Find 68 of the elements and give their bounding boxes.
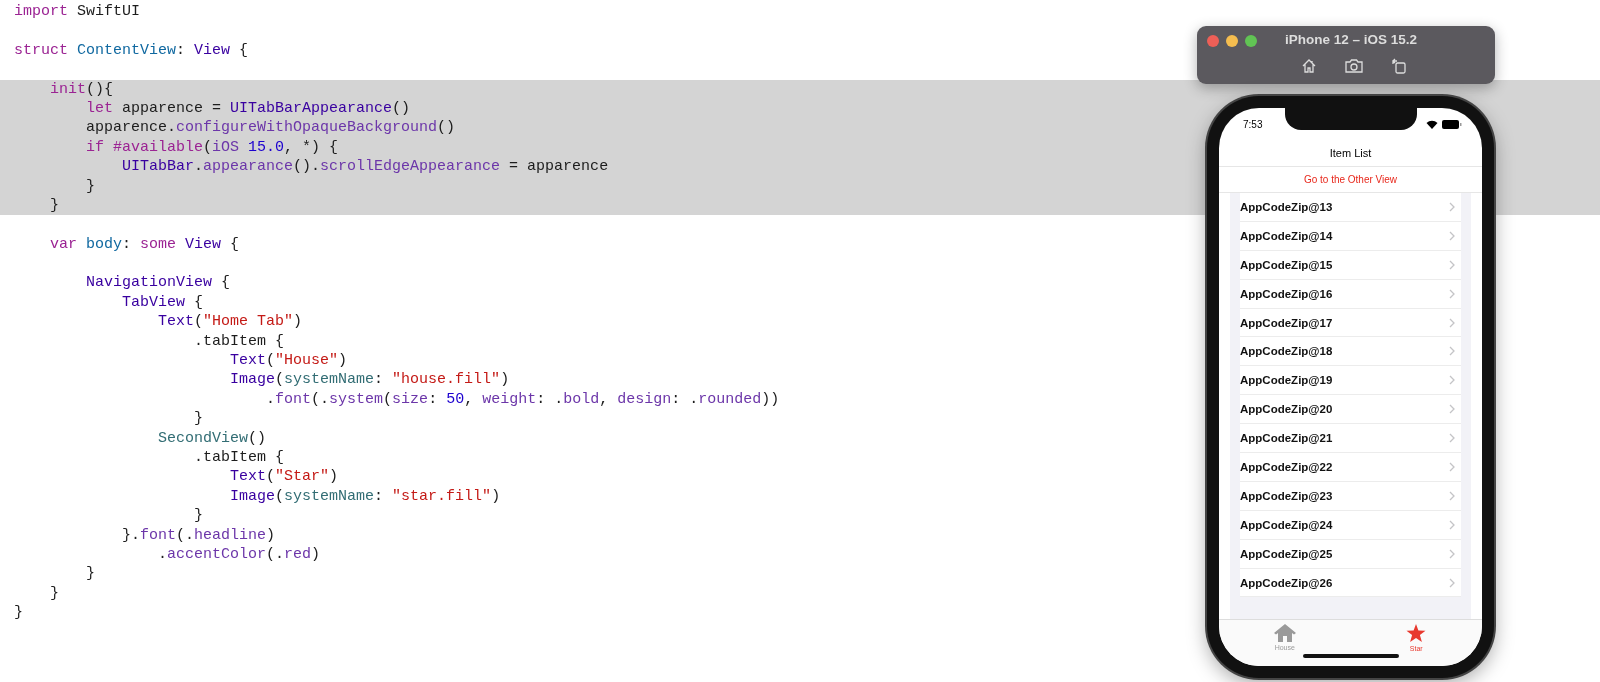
code-line: } — [14, 603, 23, 623]
chevron-icon — [1449, 548, 1455, 559]
house-icon — [1273, 624, 1296, 642]
chevron-icon — [1449, 317, 1455, 328]
chevron-icon — [1449, 577, 1455, 588]
navigation-title: Item List — [1219, 140, 1482, 167]
chevron-icon — [1449, 288, 1455, 299]
code-line: apparence.configureWithOpaqueBackground() — [85, 118, 456, 138]
chevron-icon — [1449, 461, 1455, 472]
code-line: } — [85, 176, 95, 196]
wifi-icon — [1426, 119, 1438, 129]
code-line: struct ContentView: View { — [14, 40, 249, 61]
chevron-icon — [1449, 230, 1455, 241]
list-row[interactable]: AppCodeZip@13 — [1240, 193, 1461, 222]
home-icon[interactable] — [1301, 58, 1317, 74]
chevron-icon — [1449, 346, 1455, 357]
list-row[interactable]: AppCodeZip@21 — [1240, 424, 1461, 453]
minimize-icon[interactable] — [1226, 35, 1238, 47]
list-row[interactable]: AppCodeZip@17 — [1240, 308, 1461, 338]
code-line: if #available(iOS 15.0, *) { — [85, 137, 339, 158]
chevron-icon — [1449, 490, 1455, 501]
code-line: .tabItem { — [193, 448, 285, 468]
status-time: 7:53 — [1243, 118, 1263, 130]
chevron-icon — [1449, 259, 1455, 270]
chevron-icon — [1449, 404, 1455, 415]
code-line: }.font(.headline) — [121, 525, 276, 545]
code-line: Image(systemName: "star.fill") — [229, 486, 501, 507]
code-line: Text("Star") — [229, 467, 339, 487]
list-row[interactable]: AppCodeZip@25 — [1240, 539, 1461, 569]
camera-icon[interactable] — [1345, 58, 1363, 74]
battery-icon — [1442, 119, 1462, 129]
code-line: NavigationView { — [85, 273, 231, 293]
code-line: SecondView() — [157, 428, 267, 448]
star-icon — [1406, 624, 1427, 643]
code-line: } — [193, 409, 204, 429]
code-line: UITabBar.appearance().scrollEdgeAppearance = apparence — [121, 157, 609, 177]
list-row[interactable]: AppCodeZip@20 — [1240, 395, 1461, 425]
code-line: TabView { — [121, 292, 204, 313]
list-row[interactable]: AppCodeZip@14 — [1240, 221, 1461, 251]
code-line: .accentColor(.red) — [157, 544, 321, 565]
chevron-icon — [1449, 519, 1455, 530]
list-row[interactable]: AppCodeZip@18 — [1240, 337, 1461, 367]
code-line: init(){ — [49, 79, 114, 99]
code-line: } — [193, 506, 204, 526]
list-row[interactable]: AppCodeZip@22 — [1240, 453, 1461, 482]
code-line: .font(.system(size: 50, weight: .bold, design: .rounded)) — [265, 389, 780, 410]
chevron-icon — [1449, 433, 1455, 444]
code-line: let apparence = UITabBarAppearance() — [85, 98, 411, 119]
list-row[interactable]: AppCodeZip@19 — [1240, 366, 1461, 396]
code-line: Text("Home Tab") — [157, 312, 303, 332]
code-line: } — [49, 195, 59, 216]
zoom-icon[interactable] — [1245, 35, 1257, 47]
list-row[interactable]: AppCodeZip@15 — [1240, 250, 1461, 280]
chevron-icon — [1449, 201, 1455, 212]
window-title: iPhone 12 – iOS 15.2 — [1285, 32, 1418, 47]
rotate-icon[interactable] — [1391, 58, 1407, 74]
code-line: } — [85, 564, 95, 584]
code-line: import SwiftUI — [14, 2, 141, 22]
code-line: Image(systemName: "house.fill") — [229, 370, 510, 390]
code-line: Text("House") — [229, 351, 348, 371]
code-line: .tabItem { — [193, 331, 285, 352]
list-row[interactable]: AppCodeZip@26 — [1240, 568, 1461, 598]
code-line: var body: some View { — [49, 234, 240, 255]
list-row[interactable]: AppCodeZip@24 — [1240, 510, 1461, 540]
chevron-icon — [1449, 375, 1455, 386]
list-row[interactable]: AppCodeZip@16 — [1240, 279, 1461, 309]
code-line: } — [49, 583, 59, 604]
list-row[interactable]: AppCodeZip@23 — [1240, 481, 1461, 511]
